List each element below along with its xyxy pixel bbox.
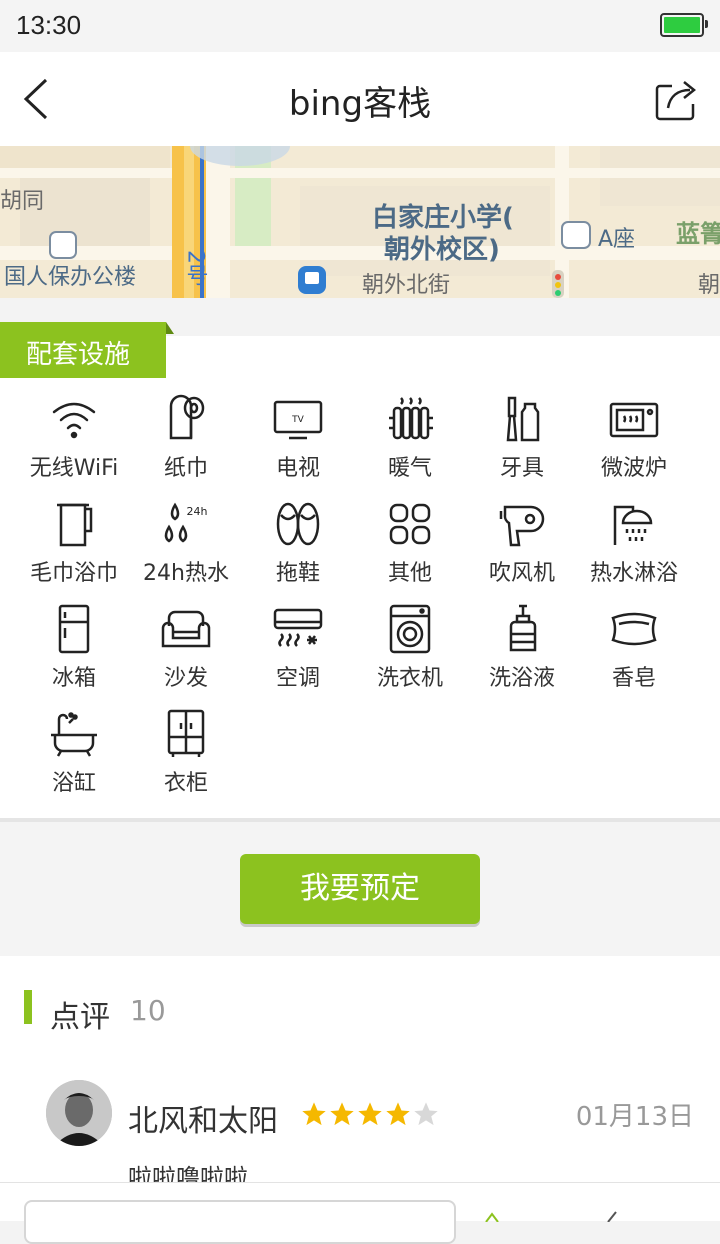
toothbrush-icon	[506, 396, 540, 442]
facility-item: 无线WiFi	[18, 394, 130, 494]
map-label-right-edge: 朝	[698, 273, 720, 298]
sofa-icon	[161, 610, 211, 648]
shower-icon	[613, 505, 653, 545]
reviews-accent-bar	[24, 990, 32, 1024]
soap-icon	[611, 612, 657, 646]
facilities-section-tag: 配套设施	[0, 322, 174, 378]
map-label-left-top: 胡同	[0, 189, 44, 214]
tv-icon: TV	[273, 400, 323, 440]
facility-item: 牙具	[466, 394, 578, 494]
map-label-left-bottom: 国人保办公楼	[4, 265, 136, 290]
facility-item: TV 电视	[242, 394, 354, 494]
facility-item: 暖气	[354, 394, 466, 494]
facility-label: 香皂	[611, 666, 656, 691]
map-label-street: 朝外北街	[362, 273, 450, 298]
status-time: 13:30	[16, 10, 82, 40]
map-graphic: 白家庄小学( 朝外校区) A座 蓝箐 胡同 国人保办公楼 朝外北街 朝 2号	[0, 146, 720, 298]
fridge-icon	[58, 604, 90, 654]
comment-input[interactable]	[24, 1200, 456, 1244]
facility-item: 其他	[354, 499, 466, 599]
reviewer-name: 北风和太阳	[128, 1104, 278, 1139]
star-icon	[330, 1102, 354, 1126]
svg-text:TV: TV	[291, 415, 304, 425]
facility-item: 香皂	[578, 604, 690, 704]
like-icon[interactable]	[484, 1212, 500, 1222]
star-empty-icon	[414, 1102, 438, 1126]
status-bar: 13:30	[0, 0, 720, 52]
facility-label: 衣柜	[163, 771, 208, 796]
wardrobe-icon	[167, 709, 205, 757]
facility-label: 热水淋浴	[589, 561, 678, 586]
svg-text:24h: 24h	[187, 505, 208, 518]
nav-bar: bing客栈	[0, 52, 720, 146]
wifi-icon	[52, 402, 96, 439]
map-label-school: 白家庄小学(	[372, 202, 514, 233]
washing-machine-icon	[389, 604, 431, 654]
facility-item: 洗浴液	[466, 604, 578, 704]
slippers-icon	[276, 502, 320, 546]
air-conditioner-icon	[273, 608, 323, 647]
microwave-icon	[609, 402, 659, 438]
facility-item: 拖鞋	[242, 499, 354, 599]
facility-item: 浴缸	[18, 709, 130, 809]
facility-label: 微波炉	[600, 456, 667, 481]
body-wash-icon	[509, 604, 537, 652]
share-icon[interactable]	[654, 78, 700, 122]
map-label-a-building: A座	[598, 227, 635, 252]
other-icon	[389, 503, 431, 545]
map-label-school-2: 朝外校区)	[384, 234, 500, 265]
book-now-button[interactable]: 我要预定	[240, 854, 480, 924]
star-icon	[302, 1102, 326, 1126]
facility-item: 微波炉	[578, 394, 690, 494]
star-icon	[358, 1102, 382, 1126]
map-label-road: 2号	[183, 250, 208, 286]
facility-item: 24h 24h热水	[130, 499, 242, 599]
page-title: bing客栈	[288, 84, 432, 124]
tissue-icon	[169, 394, 205, 440]
towel-icon	[57, 503, 93, 547]
reviews-count: 10	[130, 994, 166, 1027]
facility-item: 热水淋浴	[578, 499, 690, 599]
facilities-section-title: 配套设施	[26, 340, 131, 370]
facility-item: 衣柜	[130, 709, 242, 809]
hair-dryer-icon	[499, 505, 545, 547]
battery-icon	[660, 13, 708, 37]
hot-water-icon: 24h	[164, 502, 208, 543]
facility-item: 洗衣机	[354, 604, 466, 704]
heater-icon	[389, 397, 433, 440]
facility-item: 沙发	[130, 604, 242, 704]
location-map[interactable]: 白家庄小学( 朝外校区) A座 蓝箐 胡同 国人保办公楼 朝外北街 朝 2号	[0, 146, 720, 298]
edit-icon[interactable]	[604, 1210, 620, 1222]
reviews-title: 点评	[50, 1000, 110, 1035]
review-date: 01月13日	[575, 1102, 694, 1132]
facility-item: 纸巾	[130, 394, 242, 494]
bathtub-icon	[51, 712, 97, 757]
facility-item: 空调	[242, 604, 354, 704]
map-label-blue: 蓝箐	[676, 220, 720, 248]
facility-item: 冰箱	[18, 604, 130, 704]
facility-item: 毛巾浴巾	[18, 499, 130, 599]
avatar[interactable]	[46, 1080, 112, 1146]
facility-item: 吹风机	[466, 499, 578, 599]
star-icon	[386, 1102, 410, 1126]
